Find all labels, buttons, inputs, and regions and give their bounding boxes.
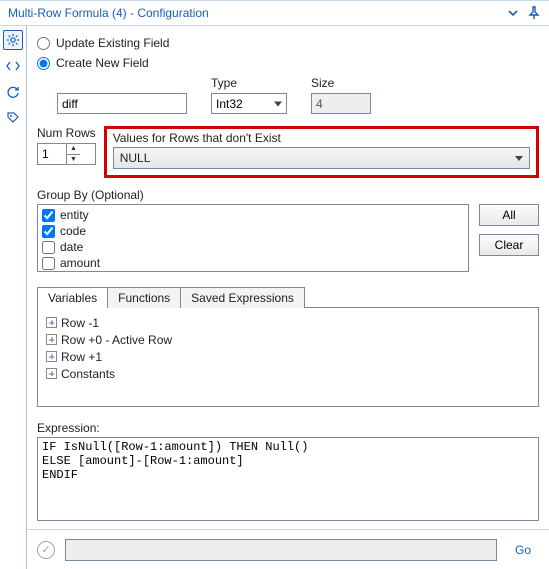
go-button[interactable]: Go xyxy=(507,539,539,561)
update-existing-row[interactable]: Update Existing Field xyxy=(37,36,539,50)
checkbox-code[interactable] xyxy=(42,225,55,238)
values-missing-box: Values for Rows that don't Exist NULL xyxy=(104,126,539,178)
footer-bar: ✓ Go xyxy=(27,529,549,569)
xml-icon[interactable] xyxy=(3,56,23,76)
expand-icon[interactable] xyxy=(46,351,57,362)
expression-label: Expression: xyxy=(37,421,539,435)
create-new-label: Create New Field xyxy=(56,56,149,70)
tree-row-plus1[interactable]: Row +1 xyxy=(46,348,530,365)
groupby-checklist[interactable]: entity code date amount xyxy=(37,204,469,272)
left-toolstrip xyxy=(0,26,26,569)
spinner-down-icon[interactable]: ▼ xyxy=(67,155,80,165)
create-new-row[interactable]: Create New Field xyxy=(37,56,539,70)
pin-icon[interactable] xyxy=(527,6,541,20)
expand-icon[interactable] xyxy=(46,317,57,328)
list-item: amount xyxy=(42,255,464,271)
type-label: Type xyxy=(211,76,287,90)
expression-textarea[interactable] xyxy=(37,437,539,521)
update-existing-label: Update Existing Field xyxy=(56,36,169,50)
tree-row-active[interactable]: Row +0 - Active Row xyxy=(46,331,530,348)
values-missing-select[interactable]: NULL xyxy=(113,147,530,169)
refresh-icon[interactable] xyxy=(3,82,23,102)
new-field-name-input[interactable] xyxy=(57,93,187,114)
num-rows-label: Num Rows xyxy=(37,126,96,140)
list-item: entity xyxy=(42,207,464,223)
list-item: date xyxy=(42,239,464,255)
num-rows-input[interactable] xyxy=(38,144,66,164)
collapse-icon[interactable] xyxy=(507,7,519,19)
create-new-radio[interactable] xyxy=(37,57,50,70)
checkbox-amount[interactable] xyxy=(42,257,55,270)
spinner-up-icon[interactable]: ▲ xyxy=(67,144,80,155)
config-panel: Update Existing Field Create New Field T… xyxy=(26,26,549,569)
expand-icon[interactable] xyxy=(46,334,57,345)
all-button[interactable]: All xyxy=(479,204,539,226)
status-ok-icon: ✓ xyxy=(37,541,55,559)
variables-tree[interactable]: Row -1 Row +0 - Active Row Row +1 Consta… xyxy=(37,307,539,407)
tag-icon[interactable] xyxy=(3,108,23,128)
values-missing-label: Values for Rows that don't Exist xyxy=(113,131,530,145)
checkbox-date[interactable] xyxy=(42,241,55,254)
tree-constants[interactable]: Constants xyxy=(46,365,530,382)
gear-icon[interactable] xyxy=(3,30,23,50)
expand-icon[interactable] xyxy=(46,368,57,379)
clear-button[interactable]: Clear xyxy=(479,234,539,256)
window-title: Multi-Row Formula (4) - Configuration xyxy=(8,6,209,20)
chevron-down-icon xyxy=(515,156,523,161)
tab-functions[interactable]: Functions xyxy=(107,287,181,308)
list-item: code xyxy=(42,223,464,239)
size-label: Size xyxy=(311,76,371,90)
tree-row-minus1[interactable]: Row -1 xyxy=(46,314,530,331)
tab-variables[interactable]: Variables xyxy=(37,287,108,308)
type-select[interactable] xyxy=(211,93,287,114)
num-rows-spinner[interactable]: ▲ ▼ xyxy=(37,143,96,165)
expression-tabs: Variables Functions Saved Expressions xyxy=(37,286,539,307)
size-input xyxy=(311,93,371,114)
status-message xyxy=(65,539,497,561)
update-existing-radio[interactable] xyxy=(37,37,50,50)
title-bar: Multi-Row Formula (4) - Configuration xyxy=(0,0,549,26)
groupby-label: Group By (Optional) xyxy=(37,188,539,202)
checkbox-entity[interactable] xyxy=(42,209,55,222)
values-missing-value: NULL xyxy=(120,151,151,165)
tab-saved-expressions[interactable]: Saved Expressions xyxy=(180,287,305,308)
